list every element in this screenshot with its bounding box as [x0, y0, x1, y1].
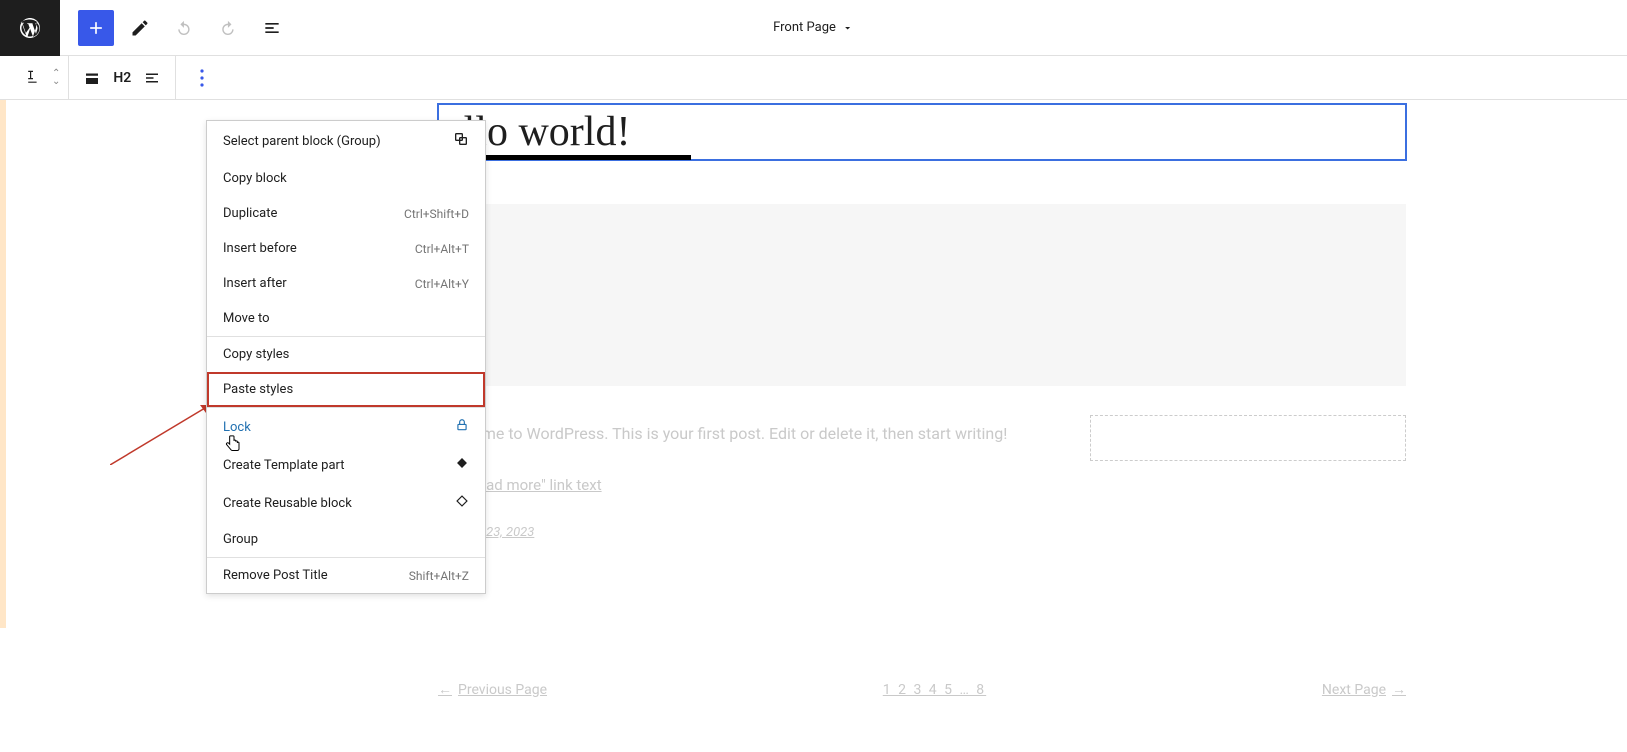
heading-level-group: H2	[69, 56, 176, 99]
menu-copy-block-label: Copy block	[223, 171, 287, 186]
post-featured-image-slot[interactable]	[1090, 415, 1406, 461]
menu-duplicate[interactable]: Duplicate Ctrl+Shift+D	[207, 196, 485, 231]
menu-insert-after-label: Insert after	[223, 276, 287, 291]
pencil-icon	[130, 18, 150, 38]
block-move-arrows: ⌃ ⌄	[52, 70, 60, 86]
prev-page-link[interactable]: ← Previous Page	[438, 681, 547, 698]
menu-insert-after-shortcut: Ctrl+Alt+Y	[415, 277, 469, 291]
pagination-numbers[interactable]: 1 2 3 4 5 … 8	[883, 682, 986, 698]
heading-block-icon	[24, 69, 42, 87]
next-page-link[interactable]: Next Page →	[1322, 681, 1406, 698]
query-pagination: ← Previous Page 1 2 3 4 5 … 8 Next Page …	[438, 681, 1406, 698]
vertical-dots-icon	[200, 69, 204, 87]
block-toolbar: ⌃ ⌄ H2	[0, 56, 1627, 100]
menu-create-template-part-label: Create Template part	[223, 458, 345, 473]
menu-lock-label: Lock	[223, 420, 251, 435]
redo-icon	[218, 18, 238, 38]
menu-copy-styles[interactable]: Copy styles	[207, 337, 485, 372]
undo-icon	[174, 18, 194, 38]
top-toolbar: Front Page	[0, 0, 1627, 56]
edit-button[interactable]	[122, 10, 158, 46]
align-button[interactable]	[77, 56, 107, 99]
template-selector[interactable]: Front Page	[773, 20, 854, 35]
block-type-group: ⌃ ⌄	[18, 56, 69, 99]
chevron-down-icon	[842, 22, 854, 34]
menu-lock[interactable]: Lock	[207, 408, 485, 446]
menu-create-reusable[interactable]: Create Reusable block	[207, 484, 485, 522]
menu-remove-shortcut: Shift+Alt+Z	[409, 569, 469, 583]
paragraph-block-button[interactable]	[18, 56, 48, 99]
wordpress-logo[interactable]	[0, 0, 60, 56]
list-view-button[interactable]	[254, 10, 290, 46]
list-icon	[262, 18, 282, 38]
diamond-outline-icon	[455, 494, 469, 512]
menu-copy-styles-label: Copy styles	[223, 347, 289, 362]
prev-page-label: Previous Page	[458, 682, 547, 698]
menu-duplicate-label: Duplicate	[223, 206, 277, 221]
undo-button[interactable]	[166, 10, 202, 46]
group-icon	[453, 131, 469, 151]
plus-icon	[86, 18, 106, 38]
menu-select-parent[interactable]: Select parent block (Group)	[207, 121, 485, 161]
menu-group-label: Group	[223, 532, 258, 547]
menu-remove[interactable]: Remove Post Title Shift+Alt+Z	[207, 558, 485, 593]
diamond-filled-icon	[455, 456, 469, 474]
next-page-label: Next Page	[1322, 682, 1386, 698]
template-title: Front Page	[773, 20, 836, 35]
menu-insert-before-shortcut: Ctrl+Alt+T	[415, 242, 469, 256]
pagination-numbers-text: 1 2 3 4 5 … 8	[883, 682, 986, 698]
menu-insert-after[interactable]: Insert after Ctrl+Alt+Y	[207, 266, 485, 301]
menu-move-to[interactable]: Move to	[207, 301, 485, 336]
menu-insert-before[interactable]: Insert before Ctrl+Alt+T	[207, 231, 485, 266]
block-context-menu: Select parent block (Group) Copy block D…	[206, 120, 486, 594]
menu-insert-before-label: Insert before	[223, 241, 297, 256]
post-title-block[interactable]: ello world!	[437, 103, 1407, 161]
text-align-icon	[143, 69, 161, 87]
menu-paste-styles-label: Paste styles	[223, 382, 293, 397]
text-align-button[interactable]	[137, 56, 167, 99]
top-left-group	[60, 10, 290, 46]
block-options-button[interactable]	[184, 69, 220, 87]
redo-button[interactable]	[210, 10, 246, 46]
menu-create-template-part[interactable]: Create Template part	[207, 446, 485, 484]
lock-icon	[455, 418, 469, 436]
heading-level-label[interactable]: H2	[113, 70, 131, 86]
menu-copy-block[interactable]: Copy block	[207, 161, 485, 196]
move-down-button[interactable]: ⌄	[52, 78, 60, 86]
menu-paste-styles[interactable]: Paste styles	[207, 372, 485, 407]
menu-duplicate-shortcut: Ctrl+Shift+D	[404, 207, 469, 221]
featured-image-placeholder[interactable]	[438, 204, 1406, 386]
align-icon	[83, 69, 101, 87]
menu-group[interactable]: Group	[207, 522, 485, 557]
left-highlight-bar	[0, 100, 6, 628]
arrow-right-icon: →	[1392, 681, 1406, 698]
arrow-left-icon: ←	[438, 681, 452, 698]
menu-remove-label: Remove Post Title	[223, 568, 328, 583]
menu-move-to-label: Move to	[223, 311, 270, 326]
add-block-button[interactable]	[78, 10, 114, 46]
post-excerpt-text: Welcome to WordPress. This is your first…	[438, 424, 1007, 443]
wordpress-icon	[18, 16, 42, 40]
menu-select-parent-label: Select parent block (Group)	[223, 134, 381, 149]
menu-create-reusable-label: Create Reusable block	[223, 496, 352, 511]
